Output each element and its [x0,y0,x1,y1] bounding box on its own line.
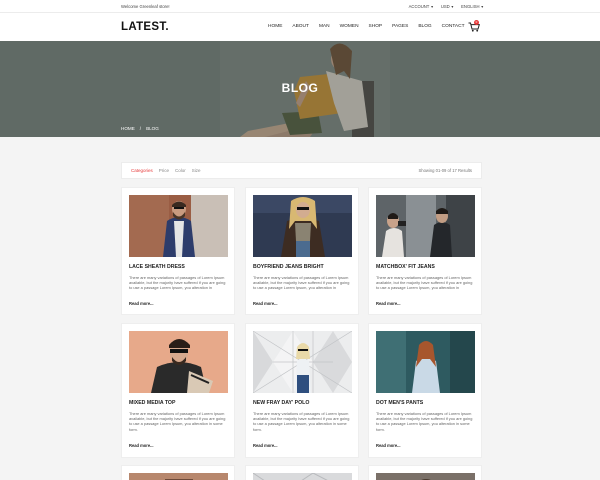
post-excerpt: There are many variations of passages of… [129,275,226,291]
post-excerpt: There are many variations of passages of… [376,411,473,432]
post-image[interactable] [376,473,475,480]
nav-contact[interactable]: CONTACT [442,24,465,29]
nav-blog[interactable]: BLOG [418,24,431,29]
post-title[interactable]: BOYFRIEND JEANS BRIGHT [253,264,324,270]
blog-card[interactable] [245,465,359,480]
page-title: BLOG [281,81,319,95]
read-more-link[interactable]: Read more... [376,301,401,306]
breadcrumb-separator: / [139,126,142,131]
post-excerpt: There are many variations of passages of… [129,411,226,432]
post-title[interactable]: MIXED MEDIA TOP [129,400,175,406]
read-more-link[interactable]: Read more... [129,443,154,448]
account-dropdown[interactable]: ACCOUNT▼ [409,4,434,9]
post-image[interactable] [253,331,352,393]
nav-about[interactable]: ABOUT [292,24,309,29]
post-excerpt: There are many variations of passages of… [253,411,350,432]
nav-pages[interactable]: PAGES [392,24,408,29]
currency-label: USD [440,4,450,9]
chevron-down-icon: ▼ [450,5,455,9]
post-image[interactable] [253,195,352,257]
logo[interactable]: LATEST. [121,21,169,33]
post-image[interactable] [376,195,475,257]
hero-banner: BLOG HOME / BLOG [0,41,600,137]
breadcrumb-home[interactable]: HOME [121,126,135,131]
read-more-link[interactable]: Read more... [129,301,154,306]
currency-dropdown[interactable]: USD▼ [441,4,454,9]
post-image[interactable] [129,473,228,480]
chevron-down-icon: ▼ [480,5,484,9]
filter-color[interactable]: Color [175,168,186,173]
post-excerpt: There are many variations of passages of… [376,275,473,291]
post-title[interactable]: MATCHBOX' FIT JEANS [376,264,435,270]
filter-size[interactable]: Size [192,168,201,173]
nav-home[interactable]: HOME [268,24,282,29]
read-more-link[interactable]: Read more... [253,443,278,448]
blog-card[interactable]: MIXED MEDIA TOP There are many variation… [121,323,235,458]
filter-price[interactable]: Price [159,168,169,173]
chevron-down-icon: ▼ [430,5,434,9]
post-image[interactable] [376,331,475,393]
nav-women[interactable]: WOMEN [340,24,359,29]
post-image[interactable] [129,331,228,393]
nav-man[interactable]: MAN [319,24,330,29]
main-nav: HOME ABOUT MAN WOMEN SHOP PAGES BLOG CON… [268,24,475,29]
post-image[interactable] [129,195,228,257]
blog-card[interactable]: DOT MEN'S PANTS There are many variation… [368,323,482,458]
read-more-link[interactable]: Read more... [253,301,278,306]
blog-card[interactable]: BOYFRIEND JEANS BRIGHT There are many va… [245,187,359,315]
blog-card[interactable] [368,465,482,480]
language-dropdown[interactable]: ENGLISH▼ [461,4,484,9]
site-header: LATEST. HOME ABOUT MAN WOMEN SHOP PAGES … [0,13,600,41]
nav-shop[interactable]: SHOP [369,24,383,29]
language-label: ENGLISH [461,4,480,9]
post-title[interactable]: DOT MEN'S PANTS [376,400,423,406]
cart-count-badge: 0 [474,20,479,25]
post-excerpt: There are many variations of passages of… [253,275,350,291]
filter-tabs: Categories Price Color Size [131,168,201,173]
account-label: ACCOUNT [408,4,430,9]
top-bar-menu: ACCOUNT▼ USD▼ ENGLISH▼ [409,4,484,9]
blog-card[interactable]: NEW FRAY DAY' POLO There are many variat… [245,323,359,458]
results-count: Showing 01-09 of 17 Results [418,168,472,173]
blog-card[interactable] [121,465,235,480]
filter-bar: Categories Price Color Size Showing 01-0… [121,162,482,179]
breadcrumb-current: BLOG [146,126,159,131]
filter-categories[interactable]: Categories [131,168,153,173]
welcome-message: Welcome Greenleaf store! [121,4,170,9]
post-title[interactable]: LACE SHEATH DRESS [129,264,185,270]
top-bar: Welcome Greenleaf store! ACCOUNT▼ USD▼ E… [0,0,600,13]
breadcrumb: HOME / BLOG [121,126,159,131]
blog-card[interactable]: MATCHBOX' FIT JEANS There are many varia… [368,187,482,315]
blog-card[interactable]: LACE SHEATH DRESS There are many variati… [121,187,235,315]
read-more-link[interactable]: Read more... [376,443,401,448]
post-title[interactable]: NEW FRAY DAY' POLO [253,400,309,406]
post-image[interactable] [253,473,352,480]
